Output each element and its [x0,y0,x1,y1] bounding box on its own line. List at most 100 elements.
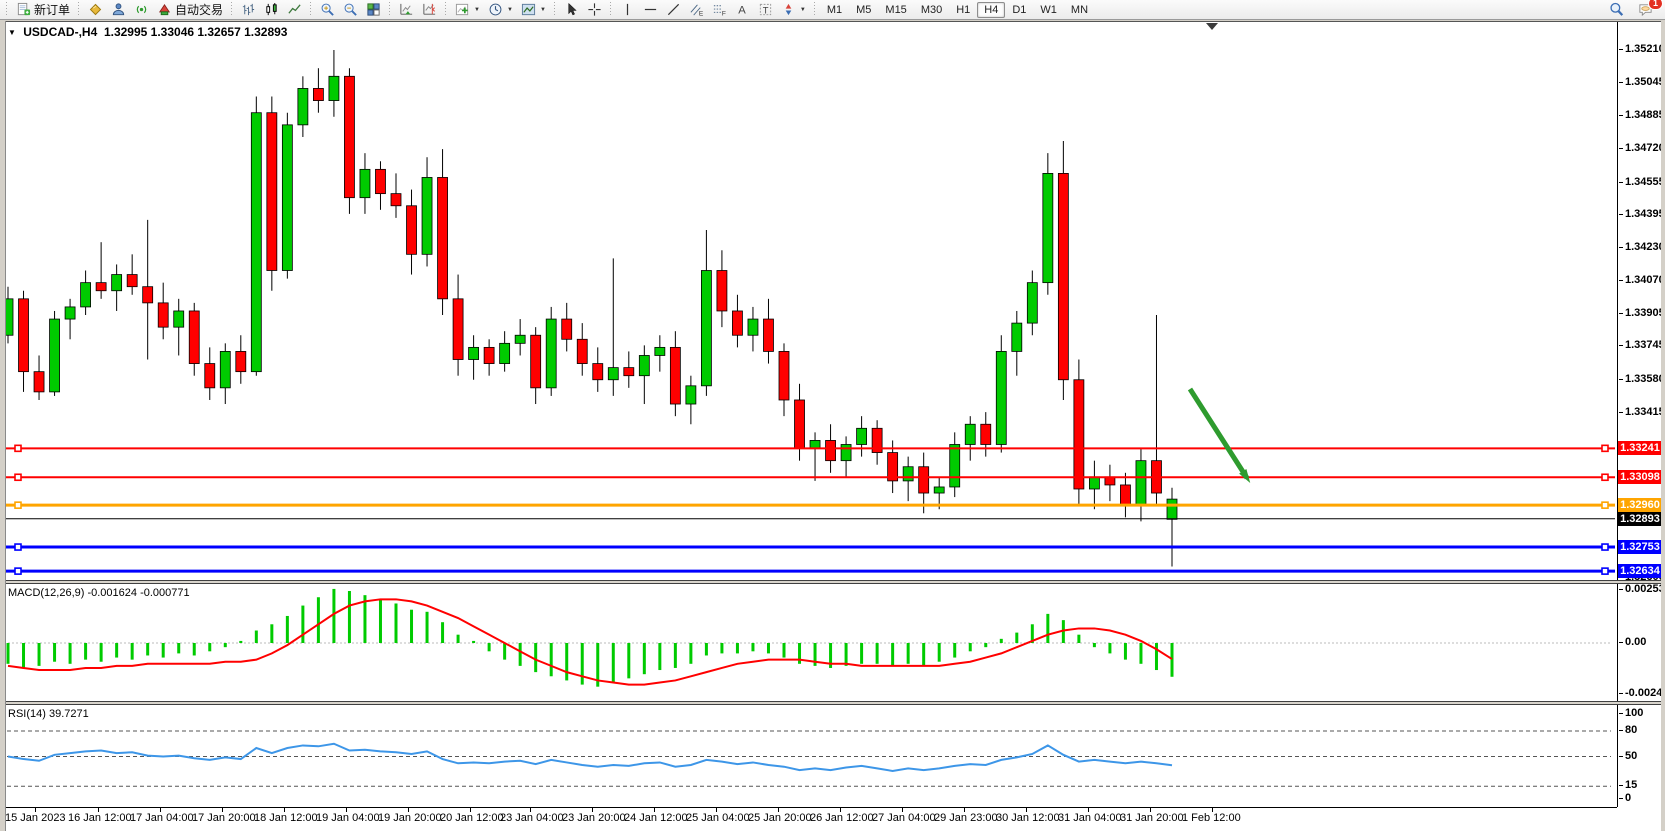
timeframe-button-m15[interactable]: M15 [878,2,913,18]
tile-windows-button[interactable] [362,0,385,20]
bull-candle [608,368,618,380]
zoom-out-button[interactable] [339,0,362,20]
bar-chart-button[interactable] [237,0,260,20]
notifications-button[interactable]: 1 [1634,0,1657,20]
support-line-2-handle[interactable] [15,568,21,574]
timeframe-button-mn[interactable]: MN [1064,2,1095,18]
timeframe-button-h4[interactable]: H4 [977,2,1005,18]
support-line-2-handle[interactable] [1602,568,1608,574]
rsi-axis-tick: 0 [1619,792,1631,804]
fibonacci-button[interactable]: F [708,0,731,20]
text-button[interactable]: A [731,0,754,20]
bull-candle [639,355,649,375]
timeframe-button-m5[interactable]: M5 [849,2,878,18]
time-axis-label: 23 Jan 20:00 [562,812,626,824]
svg-text:A: A [738,5,746,17]
bull-candle [65,307,75,319]
horizontal-line-button[interactable] [639,0,662,20]
chevron-down-icon[interactable]: ▼ [474,7,480,13]
bear-candle [1120,485,1130,505]
macd-pane[interactable] [0,584,1617,701]
time-axis-label: 20 Jan 12:00 [440,812,504,824]
chart-title-ohlc: 1.32995 1.33046 1.32657 1.32893 [104,25,288,39]
down-arrow[interactable] [1190,389,1247,478]
chevron-down-icon[interactable]: ▼ [507,7,513,13]
pivot-line-handle[interactable] [15,502,21,508]
vertical-line-button[interactable] [616,0,639,20]
bear-candle [34,372,44,392]
bear-candle [670,347,680,404]
price-pane[interactable] [0,22,1617,580]
bull-candle [546,319,556,388]
toolbar-separator [609,2,613,17]
time-axis-label: 17 Jan 20:00 [192,812,256,824]
resistance-line-1-handle[interactable] [1602,445,1608,451]
candle-chart-button[interactable] [260,0,283,20]
bear-candle [531,335,541,388]
toolbar-separator [230,2,234,17]
arrows-button[interactable]: ▼ [777,0,810,20]
text-label-button[interactable]: T [754,0,777,20]
periods-button[interactable]: ▼ [484,0,517,20]
timeframe-button-m1[interactable]: M1 [820,2,849,18]
bear-candle [375,169,385,193]
chart-title-collapse-icon[interactable]: ▼ [8,28,16,37]
bear-candle [484,347,494,363]
timeframe-button-h1[interactable]: H1 [949,2,977,18]
clock-icon [488,2,503,17]
pane-splitter-rsi[interactable] [0,701,1665,705]
bull-candle [655,347,665,355]
chevron-down-icon[interactable]: ▼ [540,7,546,13]
time-axis-label: 17 Jan 04:00 [130,812,194,824]
price-axis-tick: 1.34395 [1619,208,1665,220]
line-chart-icon [287,2,302,17]
chart-shift-button[interactable] [418,0,441,20]
timeframe-button-w1[interactable]: W1 [1033,2,1064,18]
chevron-down-icon[interactable]: ▼ [800,7,806,13]
cursor-button[interactable] [560,0,583,20]
navigator-button[interactable] [107,0,130,20]
zoom-in-button[interactable] [316,0,339,20]
bull-candle [469,347,479,359]
bear-candle [562,319,572,339]
auto-scroll-button[interactable] [395,0,418,20]
signals-button[interactable] [130,0,153,20]
line-chart-button[interactable] [283,0,306,20]
indicators-button[interactable]: ▼ [451,0,484,20]
resistance-line-2-handle[interactable] [1602,474,1608,480]
macd-label: MACD(12,26,9) -0.001624 -0.000771 [8,587,190,599]
templates-button[interactable]: ▼ [517,0,550,20]
candle-chart-icon [264,2,279,17]
equidistant-channel-button[interactable]: E [685,0,708,20]
toolbar-right-group: 1 [1605,0,1663,20]
support-line-1-handle[interactable] [15,544,21,550]
new-order-button[interactable]: 新订单 [12,0,74,20]
bull-candle [282,125,292,271]
fibo-icon: F [712,2,727,17]
rsi-pane[interactable] [0,705,1617,807]
bear-candle [732,311,742,335]
market-watch-button[interactable] [84,0,107,20]
support-line-1-handle[interactable] [1602,544,1608,550]
new-order-button-label: 新订单 [34,1,70,18]
time-axis-label: 19 Jan 04:00 [316,812,380,824]
resistance-line-2-handle[interactable] [15,474,21,480]
resistance-line-1-handle[interactable] [15,445,21,451]
bull-candle [841,444,851,460]
crosshair-button[interactable] [583,0,606,20]
bull-candle [220,351,230,387]
chart-shift-marker-icon[interactable] [1206,23,1218,30]
bear-candle [267,113,277,271]
chart-left-border [0,21,6,831]
time-axis[interactable]: 15 Jan 202316 Jan 12:0017 Jan 04:0017 Ja… [0,807,1617,831]
pivot-line-handle[interactable] [1602,502,1608,508]
pivot-line-price-tag: 1.32960 [1618,498,1662,512]
trendline-button[interactable] [662,0,685,20]
bear-candle [779,351,789,400]
timeframe-button-m30[interactable]: M30 [914,2,949,18]
autotrade-button[interactable]: 自动交易 [153,0,227,20]
price-axis[interactable]: 1.352101.350451.348851.347201.345551.343… [1617,22,1661,807]
timeframe-button-d1[interactable]: D1 [1005,2,1033,18]
pane-splitter-macd[interactable] [0,580,1665,584]
search-button[interactable] [1605,0,1628,20]
